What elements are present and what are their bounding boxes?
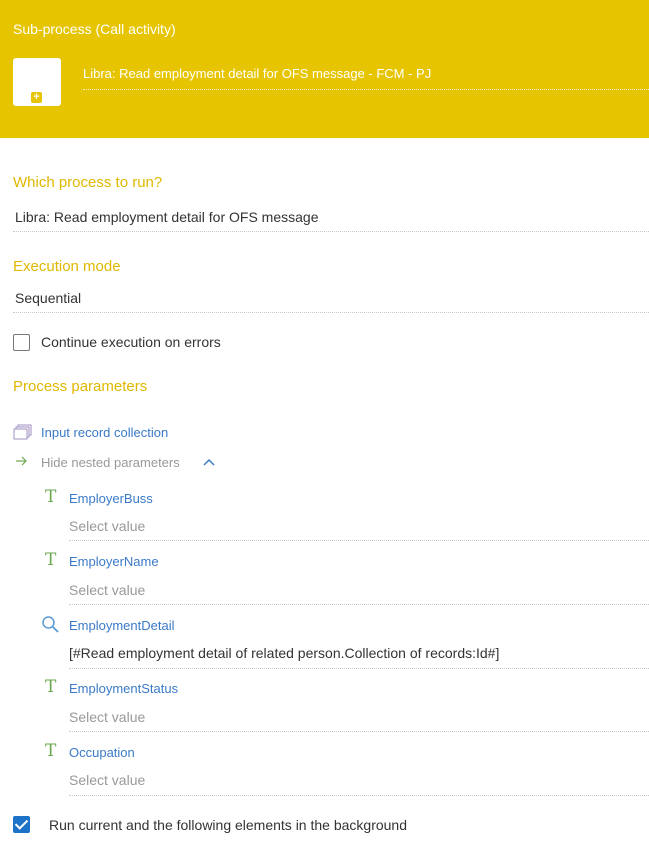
process-to-run-field[interactable]: Libra: Read employment detail for OFS me… (15, 209, 318, 225)
param-name-employername[interactable]: EmployerName (69, 554, 159, 569)
arrow-right-icon (16, 456, 27, 466)
param-value-employmentdetail[interactable]: [#Read employment detail of related pers… (69, 645, 499, 661)
chevron-up-icon[interactable] (203, 458, 215, 466)
param-value-occupation[interactable]: Select value (69, 772, 145, 788)
execution-mode-label: Execution mode (13, 258, 121, 275)
process-field-underline (13, 231, 649, 232)
continue-on-errors-checkbox[interactable] (13, 334, 30, 351)
lookup-icon (42, 616, 59, 633)
element-icon[interactable]: + (13, 58, 61, 106)
element-header: Sub-process (Call activity) + Libra: Rea… (0, 0, 649, 138)
param-name-employerbuss[interactable]: EmployerBuss (69, 491, 153, 506)
execution-mode-underline (13, 312, 649, 313)
param-underline (69, 731, 649, 732)
run-in-background-checkbox[interactable] (13, 816, 30, 833)
collection-icon (13, 424, 32, 440)
param-name-employmentstatus[interactable]: EmploymentStatus (69, 681, 178, 696)
param-underline (69, 604, 649, 605)
param-value-employmentstatus[interactable]: Select value (69, 709, 145, 725)
header-title: Sub-process (Call activity) (13, 21, 176, 37)
text-type-icon: T (45, 741, 57, 761)
text-type-icon: T (45, 677, 57, 697)
text-type-icon: T (45, 550, 57, 570)
continue-on-errors-label: Continue execution on errors (41, 334, 221, 350)
param-name-employmentdetail[interactable]: EmploymentDetail (69, 618, 175, 633)
text-type-icon: T (45, 487, 57, 507)
hide-nested-parameters-toggle[interactable]: Hide nested parameters (41, 455, 180, 470)
param-value-employername[interactable]: Select value (69, 582, 145, 598)
param-name-occupation[interactable]: Occupation (69, 745, 135, 760)
param-underline (69, 668, 649, 669)
element-name-field[interactable]: Libra: Read employment detail for OFS me… (83, 66, 431, 81)
input-record-collection-link[interactable]: Input record collection (41, 425, 168, 440)
process-to-run-label: Which process to run? (13, 174, 163, 191)
process-parameters-label: Process parameters (13, 378, 148, 395)
run-in-background-label: Run current and the following elements i… (49, 817, 407, 833)
execution-mode-field[interactable]: Sequential (15, 290, 81, 306)
param-underline (69, 540, 649, 541)
param-value-employerbuss[interactable]: Select value (69, 518, 145, 534)
element-name-underline (83, 89, 649, 90)
plus-icon: + (31, 92, 42, 103)
param-underline (69, 795, 649, 796)
